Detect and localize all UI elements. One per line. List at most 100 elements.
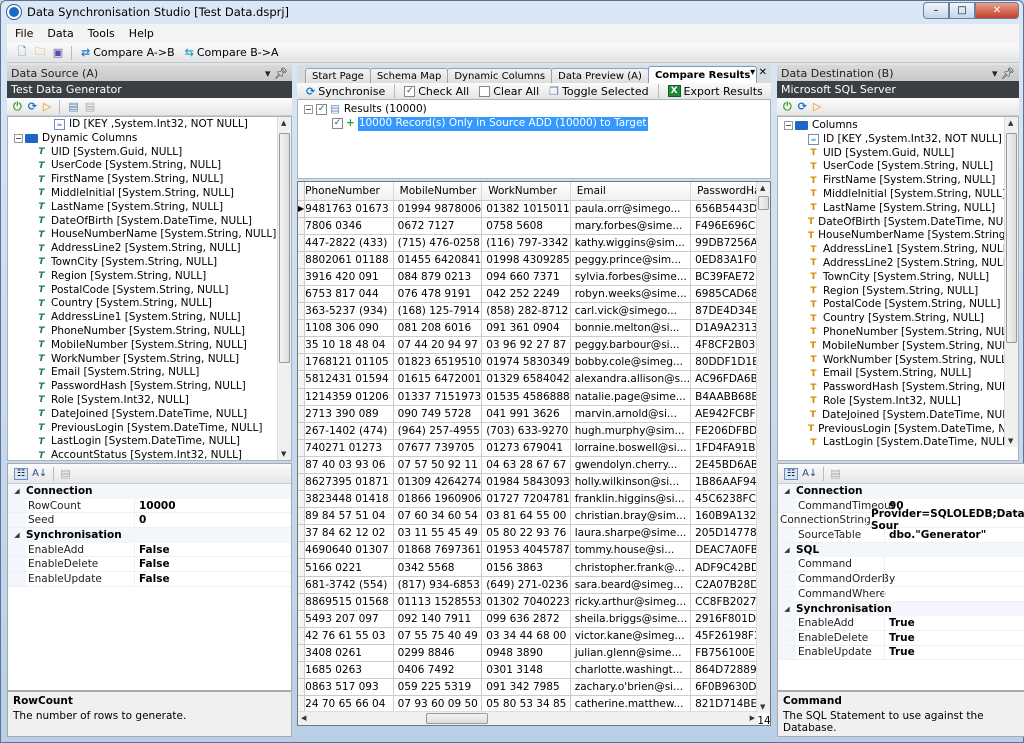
table-cell[interactable]: 092 140 7911 — [393, 610, 483, 628]
table-cell[interactable]: 04 48 18 10 35 — [304, 336, 394, 355]
row-header[interactable] — [298, 627, 306, 645]
results-child-node[interactable]: ✓ + 10000 Record(s) Only in Source ADD (… — [298, 116, 770, 131]
scroll-left-icon[interactable]: ◀ — [301, 714, 306, 722]
table-cell[interactable]: 091 361 0904 — [481, 319, 571, 338]
table-cell[interactable]: tommy.house@si... — [570, 541, 692, 560]
table-cell[interactable]: 01273 679041 — [481, 439, 571, 457]
table-cell[interactable]: julian.glenn@sime... — [570, 644, 692, 663]
tree-item[interactable]: T LastLogin [System.DateTime, NULL] — [14, 435, 291, 449]
column-header[interactable]: PhoneNumber — [304, 182, 394, 201]
table-cell[interactable]: 041 991 3626 — [481, 405, 571, 423]
row-header[interactable] — [298, 661, 306, 680]
table-cell[interactable]: 01866 1960906 — [393, 490, 483, 509]
table-row[interactable]: 01105 1768121 01823 6519510 01974 5830349 b… — [298, 353, 770, 372]
connect-icon[interactable]: ⏻ — [13, 100, 22, 114]
property-value[interactable]: False — [134, 557, 291, 572]
compare-b-a-button[interactable]: ⇆ Compare B->A — [182, 46, 282, 59]
table-cell[interactable]: 093 517 0863 — [304, 678, 394, 697]
property-value[interactable]: True — [884, 645, 1024, 660]
tree-item[interactable]: T Country [System.String, NULL] — [14, 297, 291, 311]
tree-item[interactable]: T DateOfBirth [System.DateTime, NULL] — [784, 216, 1018, 230]
table-cell[interactable]: carl.vick@simego... — [570, 302, 692, 321]
tree-item[interactable]: T PhoneNumber [System.String, NULL] — [14, 325, 291, 339]
tab-data-preview[interactable]: Data Preview (A) — [551, 68, 649, 83]
property-category[interactable]: ◢ SQL — [778, 542, 1024, 558]
row-header[interactable] — [298, 319, 306, 338]
table-row[interactable]: ▶ 01673 9481763 01994 9878006 01382 1015011… — [298, 200, 770, 218]
table-cell[interactable]: christopher.frank@... — [570, 558, 692, 577]
refresh-icon[interactable]: ⟳ — [28, 100, 37, 113]
table-cell[interactable]: 01309 4264274 — [393, 473, 483, 492]
row-header[interactable] — [298, 268, 306, 286]
synchronise-button[interactable]: ⟳ Synchronise — [303, 85, 388, 98]
source-tree-scrollbar[interactable]: ▲ ▼ — [277, 117, 291, 460]
table-cell[interactable]: 0301 3148 — [481, 661, 571, 680]
table-row[interactable]: 01594 5812431 01615 6472001 01329 6584042 a… — [298, 370, 770, 389]
row-header[interactable] — [298, 405, 306, 423]
sort-alpha-icon[interactable]: A↓ — [32, 468, 47, 479]
tree-item[interactable]: ═ ID [KEY ,System.Int32, NOT NULL] — [14, 118, 291, 132]
table-row[interactable]: 01568 8869515 01113 1528553 01302 7040223 r… — [298, 593, 770, 611]
column-header[interactable]: Email — [570, 182, 692, 201]
scroll-up-icon[interactable]: ▲ — [760, 184, 765, 192]
property-row[interactable]: EnableAdd False — [8, 542, 291, 558]
table-cell[interactable]: 0346 7806 — [304, 217, 394, 235]
table-row[interactable]: 097 207 5493 092 140 7911 099 636 2872 shei… — [298, 610, 770, 628]
tree-item[interactable]: T WorkNumber [System.String, NULL] — [784, 354, 1018, 368]
row-header[interactable] — [298, 439, 306, 457]
export-results-button[interactable]: X Export Results — [665, 85, 766, 98]
row-header[interactable] — [298, 558, 306, 577]
tree-item[interactable]: THouseNumberName [System.String, NULL] — [784, 229, 1018, 243]
tree-item[interactable]: T MiddleInitial [System.String, NULL] — [784, 188, 1018, 202]
sort-alpha-icon[interactable]: A↓ — [802, 468, 817, 479]
scroll-thumb[interactable] — [1006, 133, 1017, 343]
open-project-icon[interactable]: 🗀 — [33, 45, 47, 60]
tree-item[interactable]: T AddressLine1 [System.String, NULL] — [784, 243, 1018, 257]
table-cell[interactable]: natalie.page@sime... — [570, 388, 692, 406]
property-row[interactable]: Seed 0 — [8, 513, 291, 529]
tree-item[interactable]: T AddressLine1 [System.String, NULL] — [14, 311, 291, 325]
property-value[interactable] — [884, 557, 1024, 572]
tree-item[interactable]: T PasswordHash [System.String, NULL] — [14, 380, 291, 394]
tree-item[interactable]: T Role [System.Int32, NULL] — [14, 394, 291, 408]
table-cell[interactable]: 090 306 1108 — [304, 319, 394, 338]
table-cell[interactable]: (858) 282-8712 — [481, 302, 571, 321]
table-cell[interactable]: 094 660 7371 — [481, 268, 571, 286]
property-value[interactable] — [884, 586, 1024, 601]
table-cell[interactable]: (934) 363-5237 — [304, 302, 394, 321]
table-row[interactable]: 03 55 61 76 42 07 55 75 40 49 03 34 44 68 … — [298, 627, 770, 645]
table-row[interactable]: (934) 363-5237 (168) 125-7914 (858) 282-87… — [298, 302, 770, 321]
table-row[interactable]: 01418 3823448 01866 1960906 01727 7204781 f… — [298, 490, 770, 509]
table-cell[interactable]: 01868 7697361 — [393, 541, 483, 560]
tree-item[interactable]: T DateJoined [System.DateTime, NULL] — [784, 409, 1018, 423]
table-cell[interactable]: 0342 5568 — [393, 558, 483, 577]
close-button[interactable]: ✕ — [975, 2, 1019, 19]
table-cell[interactable]: holly.wilkinson@si... — [570, 473, 692, 492]
property-row[interactable]: EnableUpdate True — [778, 645, 1024, 661]
property-row[interactable]: EnableDelete True — [778, 630, 1024, 646]
table-row[interactable]: 01206 1214359 01337 7151973 01535 4586888 n… — [298, 388, 770, 406]
scroll-down-icon[interactable]: ▼ — [760, 703, 765, 711]
table-row[interactable]: 0346 7806 0672 7127 0758 5608 mary.forbes@s… — [298, 217, 770, 235]
property-category[interactable]: ◢ Synchronisation — [778, 601, 1024, 617]
table-row[interactable]: 01188 8802061 01455 6420841 01998 4309285 p… — [298, 251, 770, 269]
table-row[interactable]: (474) 267-1402 (964) 257-4955 (703) 633-92… — [298, 422, 770, 440]
table-row[interactable]: (554) 681-3742 (817) 934-6853 (649) 271-02… — [298, 576, 770, 594]
close-tab-icon[interactable]: ✕ — [759, 67, 767, 78]
tree-item[interactable]: T PreviousLogin [System.DateTime, NULL] — [14, 422, 291, 436]
table-cell[interactable]: 0263 1685 — [304, 661, 394, 680]
table-cell[interactable]: bonnie.melton@si... — [570, 319, 692, 338]
tree-item[interactable]: T UID [System.Guid, NULL] — [784, 147, 1018, 161]
table-cell[interactable]: 059 225 5319 — [393, 678, 483, 697]
column-header[interactable]: WorkNumber — [481, 182, 571, 201]
row-header[interactable] — [298, 234, 306, 252]
tree-item[interactable]: T LastLogin [System.DateTime, NULL] — [784, 436, 1018, 450]
table-cell[interactable]: 01188 8802061 — [304, 251, 394, 269]
table-row[interactable]: 0221 5166 0342 5568 0156 3863 christopher.f… — [298, 558, 770, 577]
property-row[interactable]: SourceTable dbo."Generator" — [778, 528, 1024, 543]
table-cell[interactable]: (964) 257-4955 — [393, 422, 483, 440]
categorized-icon[interactable]: ☷ — [14, 467, 29, 480]
tree-item[interactable]: T UserCode [System.String, NULL] — [14, 159, 291, 173]
table-cell[interactable]: bobby.cole@simeg... — [570, 353, 692, 372]
table-cell[interactable]: gwendolyn.cherry... — [570, 456, 692, 475]
